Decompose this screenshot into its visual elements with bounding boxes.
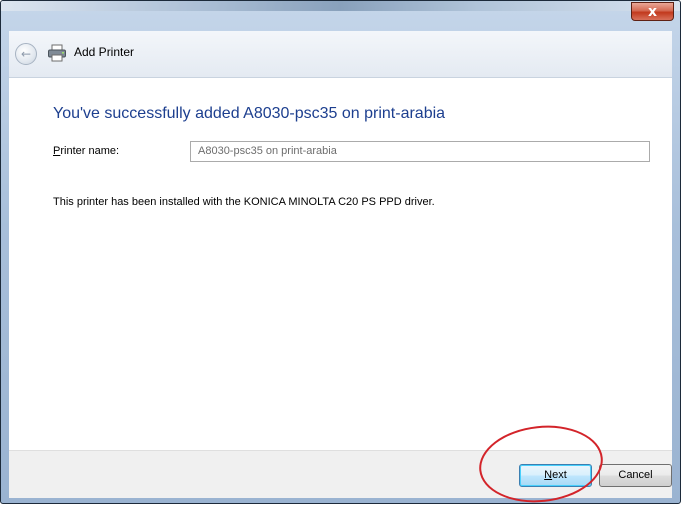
printer-name-label-text: rinter name: [60, 145, 120, 157]
printer-name-input[interactable]: A8030-psc35 on print-arabia [190, 141, 650, 162]
printer-name-label: Printer name: [53, 145, 119, 157]
add-printer-window: x ← Add Printer You've successfully adde… [0, 0, 681, 504]
next-button[interactable]: Next [519, 464, 592, 487]
navigation-bar: ← Add Printer [9, 31, 672, 78]
wizard-footer: Next Cancel [9, 450, 672, 498]
close-button[interactable]: x [631, 2, 674, 21]
back-arrow-icon: ← [20, 47, 32, 61]
wizard-content: You've successfully added A8030-psc35 on… [9, 78, 672, 450]
back-button[interactable]: ← [15, 43, 37, 65]
printer-icon [48, 44, 66, 62]
next-hotkey: N [544, 469, 553, 481]
success-heading: You've successfully added A8030-psc35 on… [53, 105, 446, 122]
close-icon: x [647, 4, 658, 20]
next-label: ext [552, 469, 567, 481]
driver-info-text: This printer has been installed with the… [53, 196, 435, 208]
wizard-title: Add Printer [74, 45, 135, 59]
cancel-button[interactable]: Cancel [599, 464, 672, 487]
